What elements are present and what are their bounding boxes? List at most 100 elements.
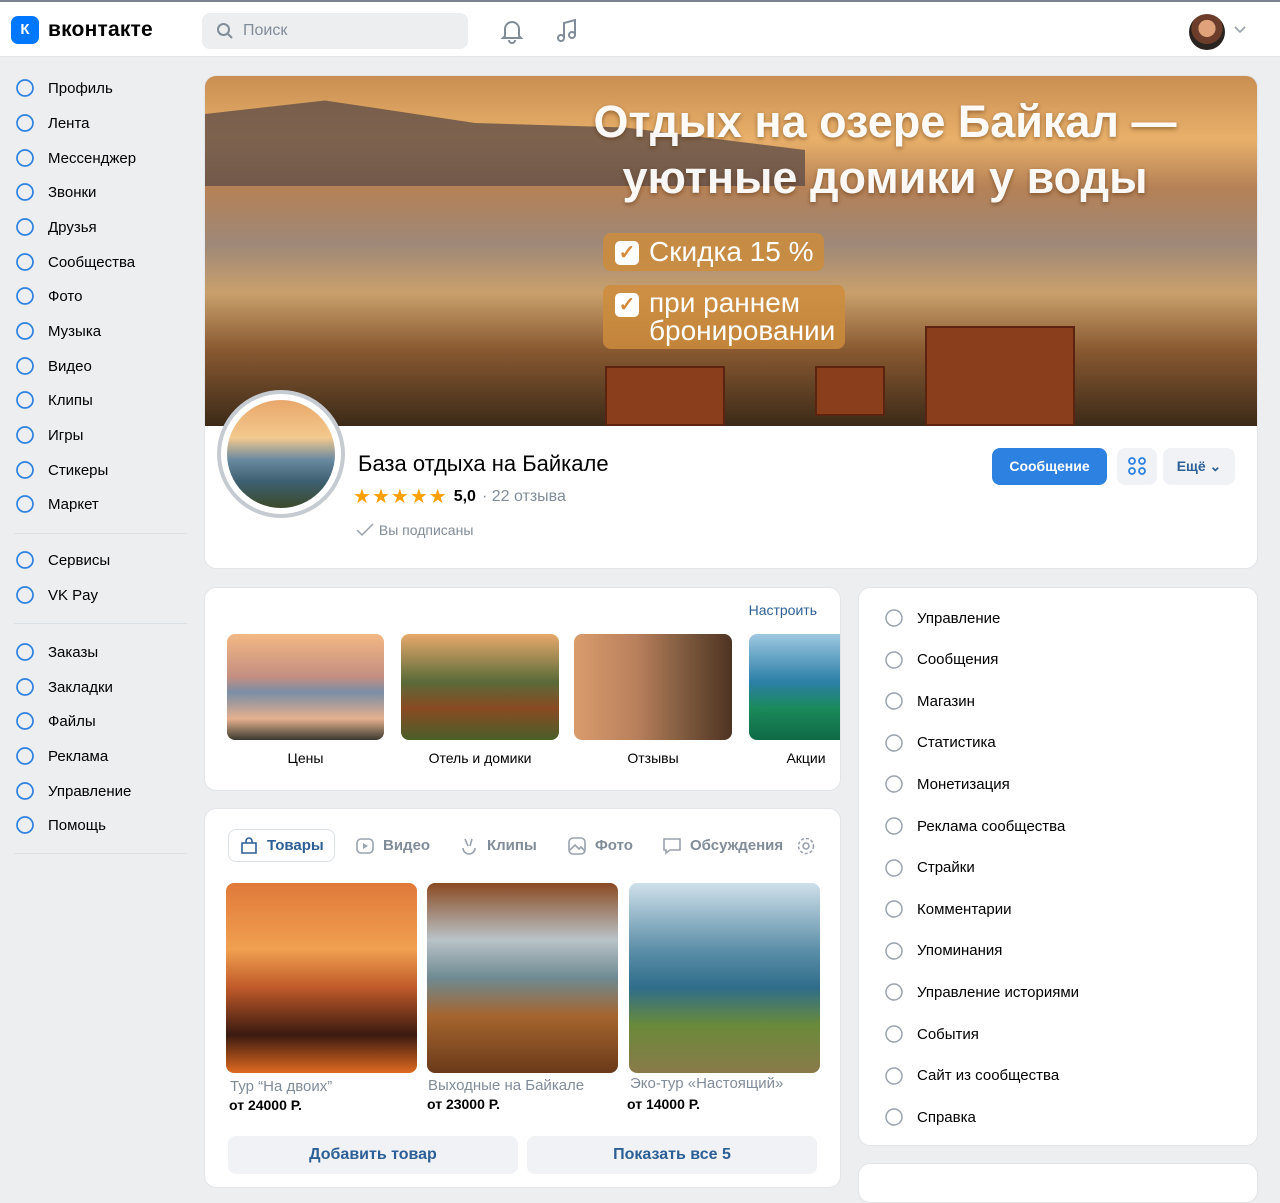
- menu-item-label: Магазин: [917, 692, 975, 710]
- sidebar-item-label: Помощь: [48, 816, 106, 834]
- search-input[interactable]: Поиск: [202, 13, 468, 49]
- music-icon[interactable]: [555, 18, 579, 44]
- grid-icon: [16, 782, 34, 800]
- search-icon: [217, 23, 233, 39]
- gallery-thumb-reviews[interactable]: [574, 634, 732, 740]
- file-icon: [16, 712, 34, 730]
- show-all-products-button[interactable]: Показать все 5: [527, 1136, 817, 1174]
- sidebar-item-label: Маркет: [48, 495, 99, 513]
- megaphone-icon: [16, 747, 34, 765]
- product-name[interactable]: Выходные на Байкале: [428, 1077, 584, 1094]
- configure-link[interactable]: Настроить: [749, 602, 817, 618]
- menu-item[interactable]: Справка: [883, 1104, 976, 1130]
- product-image[interactable]: [629, 883, 820, 1073]
- menu-item[interactable]: Упоминания: [883, 938, 1002, 964]
- tab-discussions[interactable]: Обсуждения: [662, 829, 787, 862]
- gallery-thumb-prices[interactable]: [227, 634, 384, 740]
- gallery-caption[interactable]: Отель и домики: [401, 750, 559, 766]
- sidebar-item[interactable]: Профиль: [14, 73, 113, 103]
- menu-item[interactable]: Страйки: [883, 855, 975, 881]
- gallery-caption[interactable]: Цены: [227, 750, 384, 766]
- menu-item[interactable]: Статистика: [883, 730, 996, 756]
- gallery-caption[interactable]: Отзывы: [574, 750, 732, 766]
- top-bar: К вконтакте Поиск: [0, 0, 1280, 57]
- vk-logo-icon[interactable]: К: [11, 16, 39, 44]
- gallery-thumb-hotel[interactable]: [401, 634, 559, 740]
- sidebar-item[interactable]: Сервисы: [14, 545, 110, 575]
- sidebar-item-label: VK Pay: [48, 586, 99, 604]
- menu-item[interactable]: Магазин: [883, 688, 975, 714]
- subscribed-status[interactable]: Вы подписаны: [355, 522, 473, 538]
- product-name[interactable]: Тур “На двоих”: [230, 1078, 332, 1095]
- tab-products[interactable]: Товары: [228, 829, 335, 862]
- tab-photo[interactable]: Фото: [567, 829, 633, 862]
- menu-item[interactable]: Комментарии: [883, 896, 1011, 922]
- bell-icon[interactable]: [500, 18, 524, 44]
- sidebar-item[interactable]: Управление: [14, 776, 131, 806]
- sidebar-item[interactable]: Друзья: [14, 212, 97, 242]
- sidebar-item[interactable]: Игры: [14, 420, 83, 450]
- product-image[interactable]: [427, 883, 618, 1073]
- menu-item[interactable]: Управление: [883, 605, 1000, 631]
- phone-icon: [16, 183, 34, 201]
- sidebar-item[interactable]: Звонки: [14, 177, 96, 207]
- sidebar-item-label: Профиль: [48, 79, 113, 97]
- menu-item[interactable]: Сообщения: [883, 647, 998, 673]
- more-button[interactable]: Ещё ⌄: [1163, 448, 1235, 485]
- product-price: от 23000 Р.: [427, 1096, 500, 1112]
- communities-icon: [16, 253, 34, 271]
- sidebar-item[interactable]: Закладки: [14, 672, 113, 702]
- product-image[interactable]: [226, 883, 417, 1073]
- sidebar-divider: [14, 533, 187, 534]
- sidebar-item[interactable]: Помощь: [14, 810, 106, 840]
- menu-item[interactable]: Управление историями: [883, 979, 1079, 1005]
- feed-icon: [16, 114, 34, 132]
- sidebar-item[interactable]: Файлы: [14, 706, 96, 736]
- sidebar-item[interactable]: Видео: [14, 351, 92, 381]
- sidebar-item[interactable]: Фото: [14, 281, 82, 311]
- sidebar-item[interactable]: Мессенджер: [14, 143, 136, 173]
- rating[interactable]: ★★★★★ 5,0 · 22 отзыва: [353, 484, 566, 509]
- user-avatar[interactable]: [1189, 14, 1225, 50]
- apps-button[interactable]: [1117, 448, 1157, 485]
- menu-item-label: Сообщения: [917, 651, 999, 669]
- sidebar-item-label: Музыка: [48, 322, 102, 340]
- sidebar-item[interactable]: VK Pay: [14, 580, 98, 610]
- sidebar-item[interactable]: Маркет: [14, 489, 99, 519]
- sidebar-item[interactable]: Клипы: [14, 385, 93, 415]
- gallery-caption[interactable]: Акции: [775, 750, 837, 766]
- sidebar-item-label: Фото: [48, 287, 83, 305]
- sidebar-item-label: Мессенджер: [48, 149, 137, 167]
- menu-item[interactable]: Реклама сообщества: [883, 813, 1065, 839]
- menu-item-label: Упоминания: [917, 942, 1003, 960]
- gallery-thumb-promo[interactable]: [749, 634, 840, 740]
- sidebar-item-label: Сервисы: [48, 551, 111, 569]
- star-icon: ★: [371, 486, 390, 508]
- sidebar-item[interactable]: Лента: [14, 108, 90, 138]
- sidebar-item[interactable]: Реклама: [14, 741, 108, 771]
- tab-video[interactable]: Видео: [355, 829, 430, 862]
- product-name[interactable]: Эко-тур «Настоящий»: [630, 1075, 783, 1092]
- sidebar-item[interactable]: Стикеры: [14, 455, 108, 485]
- tab-clips[interactable]: Клипы: [459, 829, 537, 862]
- menu-item[interactable]: События: [883, 1021, 979, 1047]
- community-avatar[interactable]: [217, 390, 345, 518]
- chevron-down-icon[interactable]: [1234, 26, 1246, 34]
- sidebar-item[interactable]: Сообщества: [14, 247, 135, 277]
- management-menu: Управление Сообщения Магазин Статистика Моне…: [858, 587, 1258, 1146]
- star-icon: ★: [353, 486, 371, 508]
- sidebar-item-label: Игры: [48, 426, 84, 444]
- settings-gear-icon[interactable]: [796, 836, 816, 856]
- sidebar-item[interactable]: Музыка: [14, 316, 101, 346]
- menu-item[interactable]: Сайт из сообщества: [883, 1063, 1059, 1089]
- message-button[interactable]: Сообщение: [992, 448, 1107, 485]
- bag-icon: [241, 836, 257, 854]
- sidebar-item[interactable]: Заказы: [14, 637, 98, 667]
- sidebar-item-label: Управление: [48, 782, 132, 800]
- message-icon: [16, 149, 34, 167]
- logo-text[interactable]: вконтакте: [48, 18, 153, 42]
- add-product-button[interactable]: Добавить товар: [228, 1136, 518, 1174]
- menu-item-label: Сайт из сообщества: [917, 1067, 1060, 1085]
- menu-item[interactable]: Монетизация: [883, 771, 1010, 797]
- cover-image: Отдых на озере Байкал — уютные домики у в…: [205, 76, 1257, 426]
